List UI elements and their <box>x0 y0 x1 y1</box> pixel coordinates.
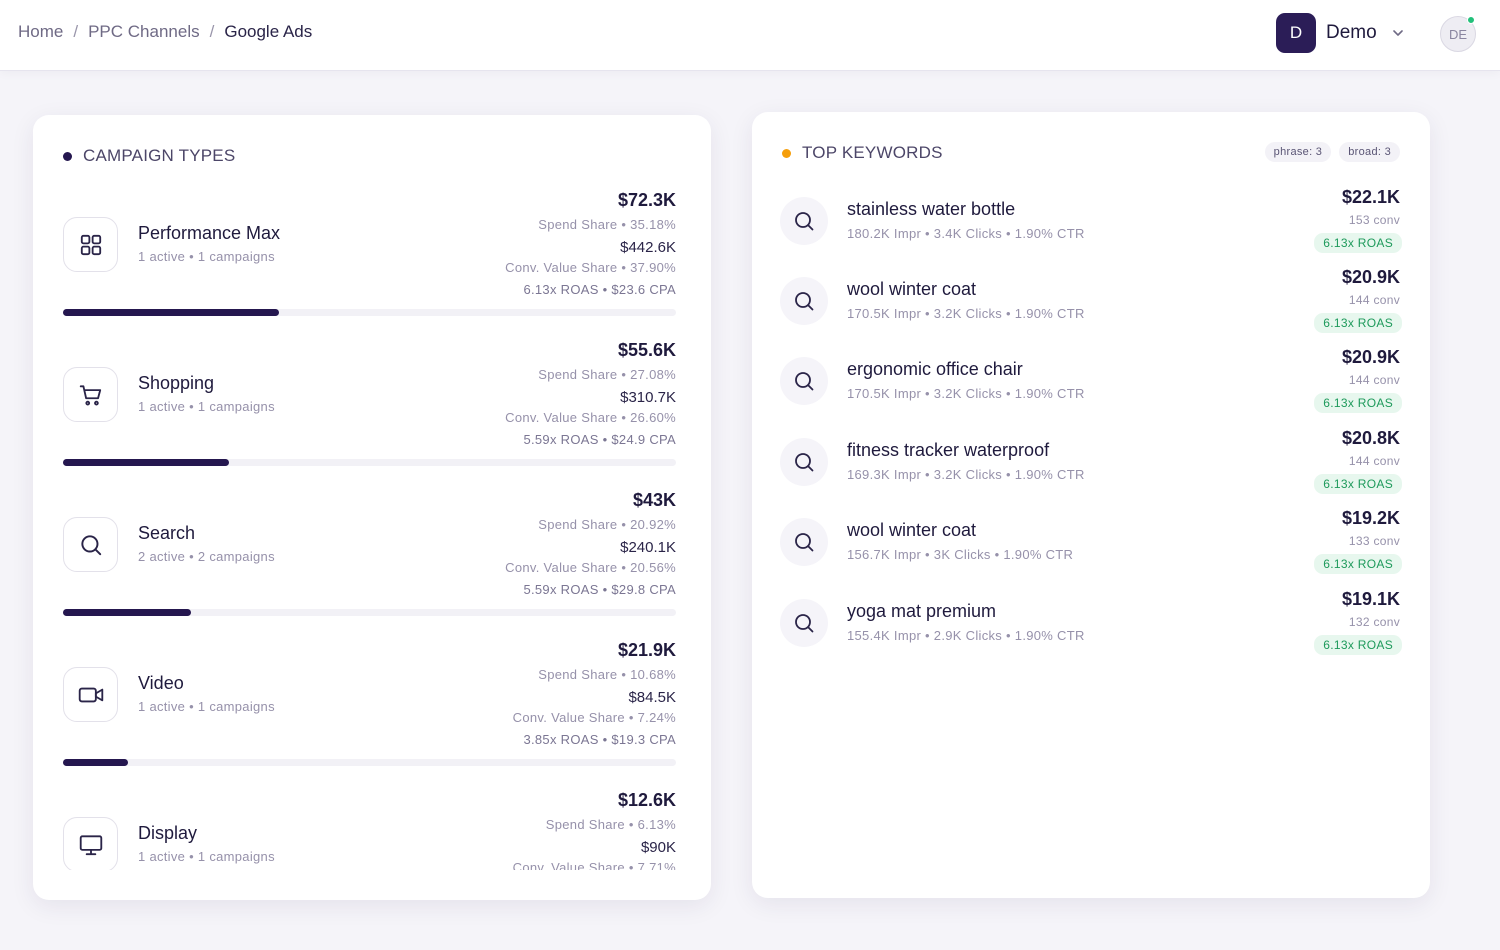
conv-value: $442.6K <box>620 239 676 256</box>
spend-value: $55.6K <box>617 340 676 360</box>
breadcrumb-separator: / <box>73 22 79 41</box>
campaign-type-row[interactable]: Display 1 active • 1 campaigns $12.6K Sp… <box>33 715 711 870</box>
search-icon <box>780 599 828 647</box>
cart-icon <box>63 367 118 422</box>
campaign-type-count: 1 active • 1 campaigns <box>138 249 275 264</box>
spend-share: Spend Share • 20.92% <box>538 517 676 532</box>
spend-share: Spend Share • 10.68% <box>538 667 676 682</box>
campaign-type-count: 1 active • 1 campaigns <box>138 399 275 414</box>
keyword-spend: $19.1K <box>1341 589 1400 609</box>
campaign-types-list[interactable]: Performance Max 1 active • 1 campaigns $… <box>33 115 711 870</box>
keyword-row[interactable]: stainless water bottle 180.2K Impr • 3.4… <box>752 112 1430 253</box>
account-switcher[interactable]: D Demo <box>1276 13 1405 53</box>
campaign-type-row[interactable]: Video 1 active • 1 campaigns $21.9K Spen… <box>33 565 711 766</box>
spend-share: Spend Share • 35.18% <box>538 217 676 232</box>
campaign-type-name: Search <box>138 523 196 543</box>
user-initials: DE <box>1448 26 1468 42</box>
search-icon <box>63 517 118 572</box>
keyword-row[interactable]: wool winter coat 170.5K Impr • 3.2K Clic… <box>752 192 1430 333</box>
roas-badge: 6.13x ROAS <box>1314 635 1402 655</box>
campaign-type-count: 1 active • 1 campaigns <box>138 849 275 864</box>
conv-value: $84.5K <box>628 689 676 706</box>
keyword-row[interactable]: fitness tracker waterproof 169.3K Impr •… <box>752 353 1430 494</box>
campaign-type-name: Performance Max <box>138 223 281 243</box>
campaign-type-count: 1 active • 1 campaigns <box>138 699 275 714</box>
keyword-metrics: 155.4K Impr • 2.9K Clicks • 1.90% CTR <box>847 628 1085 643</box>
keyword-row[interactable]: ergonomic office chair 170.5K Impr • 3.2… <box>752 272 1430 413</box>
campaign-type-count: 2 active • 2 campaigns <box>138 549 275 564</box>
spend-value: $72.3K <box>617 190 676 210</box>
conv-value-share: Conv. Value Share • 7.71% <box>512 860 676 870</box>
campaign-type-name: Display <box>138 823 198 843</box>
breadcrumb: Home / PPC Channels / Google Ads <box>18 22 312 42</box>
conv-value: $90K <box>640 839 676 856</box>
keyword-text: yoga mat premium <box>847 601 997 621</box>
campaign-type-row[interactable]: Performance Max 1 active • 1 campaigns $… <box>33 115 711 316</box>
breadcrumb-ppc-channels[interactable]: PPC Channels <box>88 22 200 42</box>
top-bar: Home / PPC Channels / Google Ads D Demo … <box>0 0 1500 71</box>
campaign-type-row[interactable]: Shopping 1 active • 1 campaigns $55.6K S… <box>33 265 711 466</box>
top-keywords-panel: TOP KEYWORDS phrase: 3 broad: 3 stainles… <box>752 112 1430 898</box>
online-status-dot <box>1467 16 1475 24</box>
breadcrumb-home[interactable]: Home <box>18 22 63 42</box>
account-name: Demo <box>1326 22 1377 43</box>
campaign-type-name: Shopping <box>138 373 215 393</box>
video-icon <box>63 667 118 722</box>
spend-value: $21.9K <box>617 640 676 660</box>
campaign-types-panel: CAMPAIGN TYPES Performance Max 1 active … <box>33 115 711 900</box>
breadcrumb-google-ads: Google Ads <box>224 22 313 41</box>
keyword-row[interactable]: yoga mat premium 155.4K Impr • 2.9K Clic… <box>752 514 1430 655</box>
keyword-conversions: 132 conv <box>1348 615 1400 629</box>
spend-value: $12.6K <box>617 790 676 810</box>
user-avatar[interactable]: DE <box>1440 16 1476 52</box>
keyword-row[interactable]: wool winter coat 156.7K Impr • 3K Clicks… <box>752 433 1430 574</box>
conv-value: $310.7K <box>620 389 676 406</box>
monitor-icon <box>63 817 118 870</box>
chevron-down-icon <box>1392 30 1403 36</box>
campaign-type-row[interactable]: Search 2 active • 2 campaigns $43K Spend… <box>33 415 711 616</box>
account-avatar: D <box>1276 13 1316 53</box>
spend-value: $43K <box>632 490 676 510</box>
campaign-type-name: Video <box>138 673 184 693</box>
spend-share: Spend Share • 6.13% <box>545 817 676 832</box>
conv-value: $240.1K <box>620 539 676 556</box>
grid-icon <box>63 217 118 272</box>
breadcrumb-separator: / <box>209 22 215 41</box>
spend-share: Spend Share • 27.08% <box>538 367 676 382</box>
